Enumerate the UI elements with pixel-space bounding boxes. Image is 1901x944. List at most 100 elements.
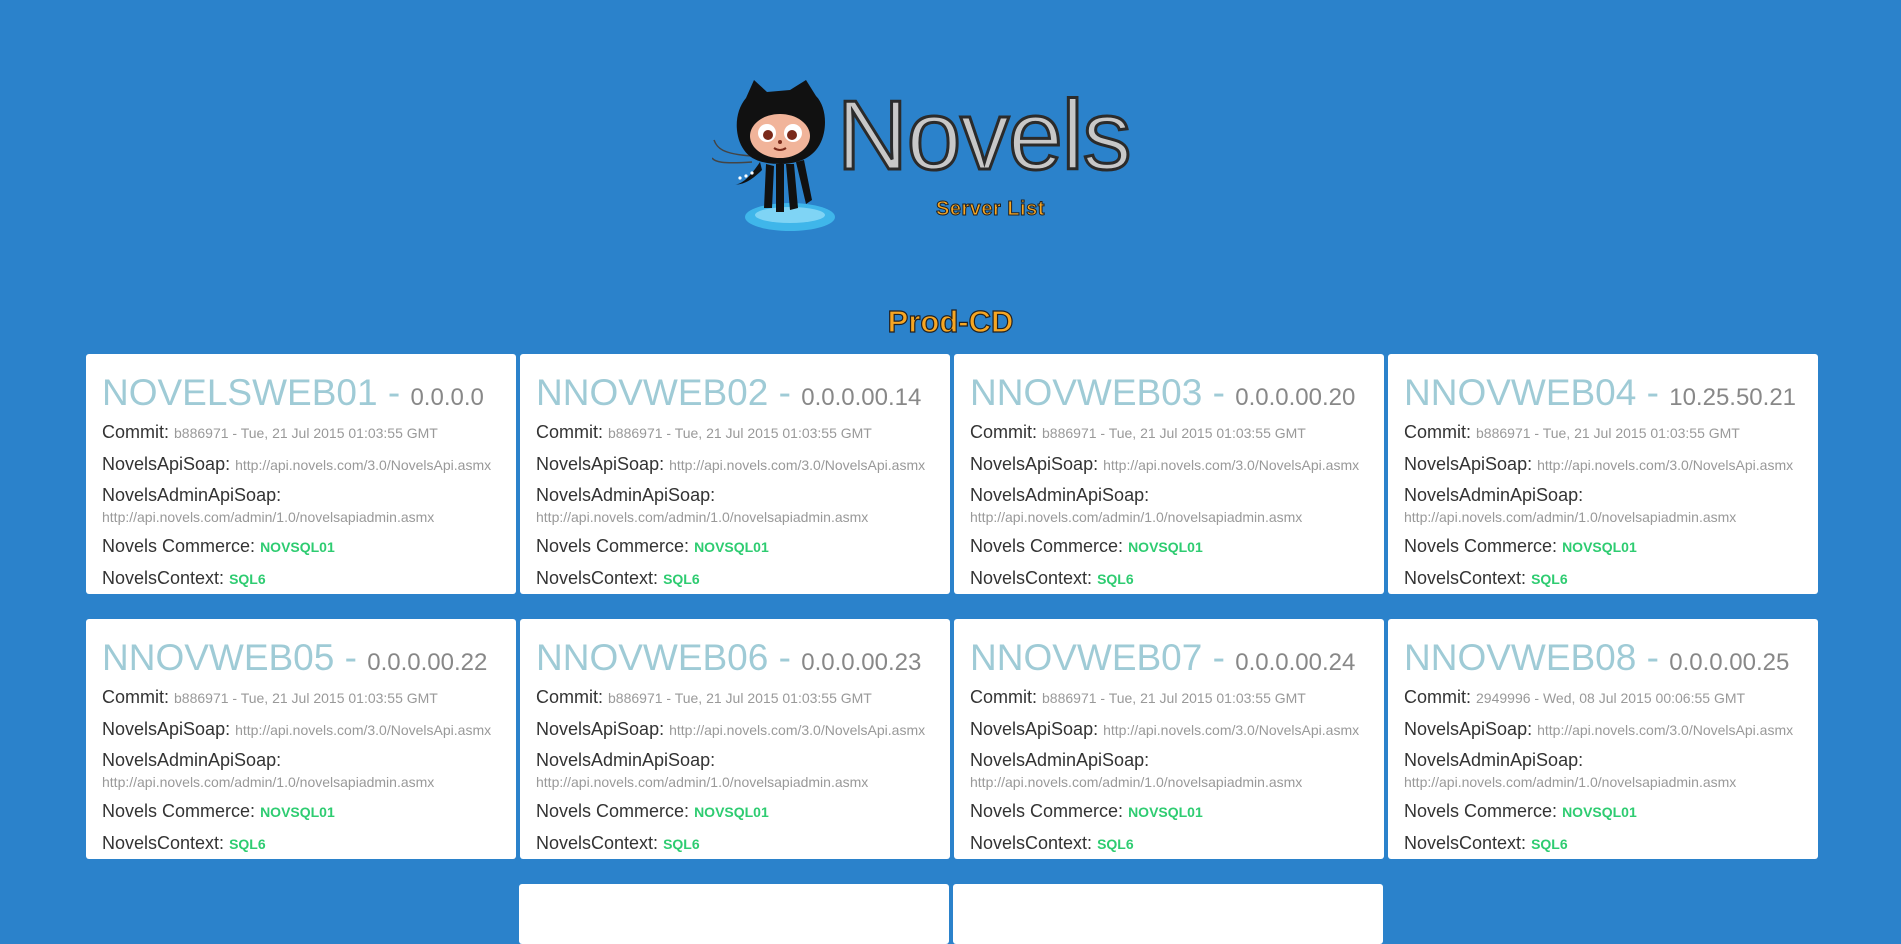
- octocat-icon: [712, 80, 835, 231]
- server-version: 0.0.0.00.20: [1235, 384, 1356, 411]
- context-db: SQL6: [1531, 835, 1568, 852]
- admin-api-soap-row: NovelsAdminApiSoap: http://api.novels.com…: [1404, 484, 1802, 526]
- commerce-db: NOVSQL01: [260, 804, 335, 820]
- commit-value: b886971 - Tue, 21 Jul 2015 01:03:55 GMT: [608, 690, 872, 706]
- api-soap-url: http://api.novels.com/3.0/NovelsApi.asmx: [1103, 721, 1360, 738]
- api-soap-url: http://api.novels.com/3.0/NovelsApi.asmx: [235, 721, 492, 738]
- commerce-db: NOVSQL01: [260, 539, 335, 555]
- api-soap-label: NovelsApiSoap:: [536, 718, 665, 739]
- server-card: NNOVWEB03 - 0.0.0.00.20 Commit: b886971 -…: [954, 354, 1384, 594]
- context-db: SQL6: [229, 570, 266, 587]
- server-title: NNOVWEB03 - 0.0.0.00.20: [970, 374, 1368, 411]
- commit-row: Commit: b886971 - Tue, 21 Jul 2015 01:03…: [970, 686, 1368, 709]
- server-hostname: NOVELSWEB01: [102, 372, 378, 413]
- server-version: 10.25.50.21: [1669, 384, 1797, 411]
- api-soap-url: http://api.novels.com/3.0/NovelsApi.asmx: [1103, 456, 1360, 473]
- commit-label: Commit:: [102, 422, 169, 442]
- context-label: NovelsContext:: [102, 832, 225, 853]
- commerce-label: Novels Commerce:: [970, 536, 1124, 556]
- commit-row: Commit: b886971 - Tue, 21 Jul 2015 01:03…: [536, 421, 934, 444]
- server-title: NNOVWEB02 - 0.0.0.00.14: [536, 374, 934, 411]
- commerce-label: Novels Commerce:: [102, 801, 256, 821]
- api-soap-row: NovelsApiSoap: http://api.novels.com/3.0…: [970, 718, 1368, 741]
- context-row: NovelsContext: SQL6: [102, 832, 500, 855]
- api-soap-label: NovelsApiSoap:: [1404, 453, 1533, 474]
- context-label: NovelsContext:: [536, 832, 659, 853]
- context-row: NovelsContext: SQL6: [102, 567, 500, 590]
- api-soap-label: NovelsApiSoap:: [102, 718, 231, 739]
- server-card: NNOVWEB07 - 0.0.0.00.24 Commit: b886971 -…: [954, 619, 1384, 859]
- context-db: SQL6: [663, 570, 700, 587]
- admin-api-soap-label: NovelsAdminApiSoap:: [970, 750, 1150, 770]
- title-separator: -: [1202, 637, 1236, 678]
- context-db: SQL6: [229, 835, 266, 852]
- admin-api-soap-row: NovelsAdminApiSoap: http://api.novels.com…: [970, 749, 1368, 791]
- server-version: 0.0.0.00.22: [367, 649, 488, 676]
- server-hostname: NNOVWEB03: [970, 372, 1203, 413]
- server-card: NNOVWEB02 - 0.0.0.00.14 Commit: b886971 -…: [520, 354, 950, 594]
- commit-row: Commit: b886971 - Tue, 21 Jul 2015 01:03…: [970, 421, 1368, 444]
- context-row: NovelsContext: SQL6: [1404, 832, 1802, 855]
- admin-api-soap-url: http://api.novels.com/admin/1.0/novelsap…: [970, 773, 1303, 790]
- server-title: NNOVWEB08 - 0.0.0.00.25: [1404, 639, 1802, 676]
- commerce-row: Novels Commerce: NOVSQL01: [102, 800, 500, 823]
- admin-api-soap-label: NovelsAdminApiSoap:: [970, 485, 1150, 505]
- commit-row: Commit: b886971 - Tue, 21 Jul 2015 01:03…: [536, 686, 934, 709]
- admin-api-soap-row: NovelsAdminApiSoap: http://api.novels.com…: [536, 484, 934, 526]
- commerce-db: NOVSQL01: [1128, 804, 1203, 820]
- commerce-db: NOVSQL01: [1562, 539, 1637, 555]
- context-row: NovelsContext: SQL6: [970, 832, 1368, 855]
- api-soap-url: http://api.novels.com/3.0/NovelsApi.asmx: [1537, 456, 1794, 473]
- server-hostname: NNOVWEB06: [536, 637, 769, 678]
- context-db: SQL6: [663, 835, 700, 852]
- server-title: NNOVWEB05 - 0.0.0.00.22: [102, 639, 500, 676]
- title-separator: -: [1202, 372, 1236, 413]
- admin-api-soap-row: NovelsAdminApiSoap: http://api.novels.com…: [102, 749, 500, 791]
- api-soap-label: NovelsApiSoap:: [970, 718, 1099, 739]
- commit-value: b886971 - Tue, 21 Jul 2015 01:03:55 GMT: [608, 425, 872, 441]
- server-hostname: NNOVWEB04: [1404, 372, 1637, 413]
- commit-label: Commit:: [1404, 422, 1471, 442]
- server-title: NNOVWEB06 - 0.0.0.00.23: [536, 639, 934, 676]
- title-separator: -: [768, 637, 802, 678]
- commerce-row: Novels Commerce: NOVSQL01: [536, 535, 934, 558]
- context-db: SQL6: [1097, 570, 1134, 587]
- server-version: 0.0.0.00.24: [1235, 649, 1356, 676]
- api-soap-row: NovelsApiSoap: http://api.novels.com/3.0…: [1404, 718, 1802, 741]
- server-version: 0.0.0.00.14: [801, 384, 922, 411]
- api-soap-row: NovelsApiSoap: http://api.novels.com/3.0…: [536, 718, 934, 741]
- commit-row: Commit: b886971 - Tue, 21 Jul 2015 01:03…: [102, 686, 500, 709]
- server-hostname: NNOVWEB05: [102, 637, 335, 678]
- commerce-label: Novels Commerce:: [536, 801, 690, 821]
- admin-api-soap-url: http://api.novels.com/admin/1.0/novelsap…: [1404, 508, 1737, 525]
- commerce-label: Novels Commerce:: [1404, 801, 1558, 821]
- context-label: NovelsContext:: [1404, 567, 1527, 588]
- context-row: NovelsContext: SQL6: [536, 567, 934, 590]
- commit-value: b886971 - Tue, 21 Jul 2015 01:03:55 GMT: [1042, 425, 1306, 441]
- commerce-db: NOVSQL01: [1128, 539, 1203, 555]
- server-title: NNOVWEB07 - 0.0.0.00.24: [970, 639, 1368, 676]
- admin-api-soap-url: http://api.novels.com/admin/1.0/novelsap…: [536, 773, 869, 790]
- logo-title: Novels: [836, 80, 1134, 190]
- context-db: SQL6: [1531, 570, 1568, 587]
- api-soap-label: NovelsApiSoap:: [536, 453, 665, 474]
- api-soap-row: NovelsApiSoap: http://api.novels.com/3.0…: [1404, 453, 1802, 476]
- context-label: NovelsContext:: [970, 567, 1093, 588]
- commerce-row: Novels Commerce: NOVSQL01: [536, 800, 934, 823]
- admin-api-soap-label: NovelsAdminApiSoap:: [536, 750, 716, 770]
- admin-api-soap-label: NovelsAdminApiSoap:: [536, 485, 716, 505]
- commit-row: Commit: b886971 - Tue, 21 Jul 2015 01:03…: [1404, 421, 1802, 444]
- commerce-row: Novels Commerce: NOVSQL01: [1404, 800, 1802, 823]
- context-db: SQL6: [1097, 835, 1134, 852]
- server-hostname: NNOVWEB08: [1404, 637, 1637, 678]
- section-title: Prod-CD: [887, 303, 1014, 339]
- admin-api-soap-label: NovelsAdminApiSoap:: [1404, 750, 1584, 770]
- admin-api-soap-url: http://api.novels.com/admin/1.0/novelsap…: [970, 508, 1303, 525]
- admin-api-soap-row: NovelsAdminApiSoap: http://api.novels.com…: [102, 484, 500, 526]
- page-header: Novels Server List: [0, 60, 1901, 231]
- commerce-db: NOVSQL01: [694, 539, 769, 555]
- commit-label: Commit:: [1404, 687, 1471, 707]
- server-card: NNOVWEB06 - 0.0.0.00.23 Commit: b886971 -…: [520, 619, 950, 859]
- commit-value: b886971 - Tue, 21 Jul 2015 01:03:55 GMT: [174, 690, 438, 706]
- server-title: NOVELSWEB01 - 0.0.0.0: [102, 374, 500, 411]
